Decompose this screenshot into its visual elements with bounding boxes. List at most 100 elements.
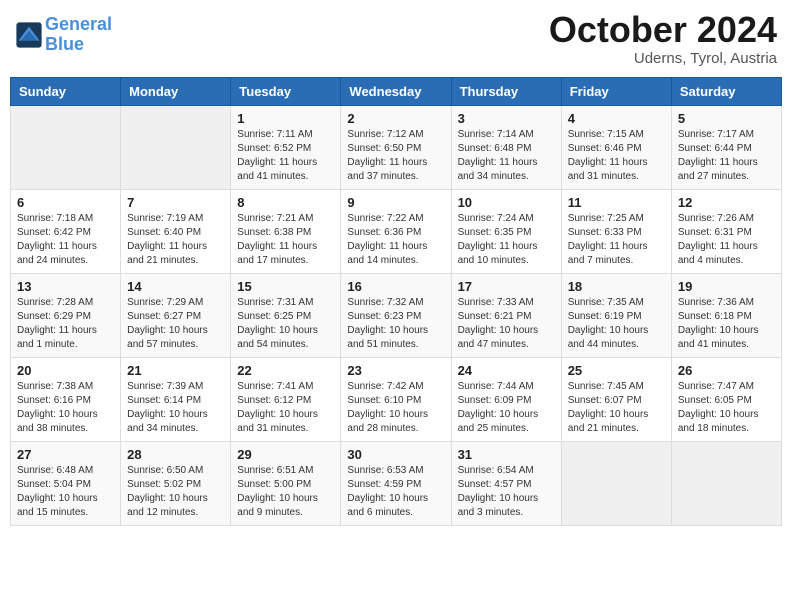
day-number: 23 <box>347 363 444 378</box>
calendar-cell: 12 Sunrise: 7:26 AM Sunset: 6:31 PM Dayli… <box>671 189 781 273</box>
page-header: General Blue October 2024 Uderns, Tyrol,… <box>10 10 782 67</box>
logo-text: General Blue <box>45 15 112 55</box>
day-info: Sunrise: 7:29 AM Sunset: 6:27 PM Dayligh… <box>127 296 224 352</box>
day-info: Sunrise: 7:32 AM Sunset: 6:23 PM Dayligh… <box>347 296 444 352</box>
day-number: 12 <box>678 195 775 210</box>
calendar-cell: 27Sunrise: 6:48 AM Sunset: 5:04 PM Dayli… <box>11 441 121 525</box>
day-number: 15 <box>237 279 334 294</box>
calendar-cell: 25 Sunrise: 7:45 AM Sunset: 6:07 PM Dayli… <box>561 357 671 441</box>
weekday-header: Monday <box>121 77 231 105</box>
day-number: 16 <box>347 279 444 294</box>
calendar-cell: 18 Sunrise: 7:35 AM Sunset: 6:19 PM Dayli… <box>561 273 671 357</box>
day-info: Sunrise: 7:26 AM Sunset: 6:31 PM Dayligh… <box>678 212 775 268</box>
calendar-cell: 19 Sunrise: 7:36 AM Sunset: 6:18 PM Dayli… <box>671 273 781 357</box>
day-info: Sunrise: 6:48 AM Sunset: 5:04 PM Dayligh… <box>17 464 114 520</box>
day-info: Sunrise: 7:19 AM Sunset: 6:40 PM Dayligh… <box>127 212 224 268</box>
logo-icon <box>15 21 43 49</box>
day-info: Sunrise: 7:15 AM Sunset: 6:46 PM Dayligh… <box>568 128 665 184</box>
calendar-cell <box>121 105 231 189</box>
calendar-cell: 26 Sunrise: 7:47 AM Sunset: 6:05 PM Dayli… <box>671 357 781 441</box>
day-info: Sunrise: 7:39 AM Sunset: 6:14 PM Dayligh… <box>127 380 224 436</box>
day-info: Sunrise: 6:50 AM Sunset: 5:02 PM Dayligh… <box>127 464 224 520</box>
calendar-week-row: 13Sunrise: 7:28 AM Sunset: 6:29 PM Dayli… <box>11 273 782 357</box>
day-info: Sunrise: 7:41 AM Sunset: 6:12 PM Dayligh… <box>237 380 334 436</box>
day-info: Sunrise: 6:51 AM Sunset: 5:00 PM Dayligh… <box>237 464 334 520</box>
calendar-cell: 8 Sunrise: 7:21 AM Sunset: 6:38 PM Daylig… <box>231 189 341 273</box>
calendar-cell: 2Sunrise: 7:12 AM Sunset: 6:50 PM Daylig… <box>341 105 451 189</box>
calendar-cell <box>561 441 671 525</box>
weekday-header: Tuesday <box>231 77 341 105</box>
day-number: 14 <box>127 279 224 294</box>
calendar-week-row: 6Sunrise: 7:18 AM Sunset: 6:42 PM Daylig… <box>11 189 782 273</box>
title-block: October 2024 Uderns, Tyrol, Austria <box>549 10 777 67</box>
day-info: Sunrise: 7:44 AM Sunset: 6:09 PM Dayligh… <box>458 380 555 436</box>
day-number: 4 <box>568 111 665 126</box>
day-number: 31 <box>458 447 555 462</box>
day-number: 17 <box>458 279 555 294</box>
calendar-cell: 6Sunrise: 7:18 AM Sunset: 6:42 PM Daylig… <box>11 189 121 273</box>
day-info: Sunrise: 7:28 AM Sunset: 6:29 PM Dayligh… <box>17 296 114 352</box>
calendar-cell: 23 Sunrise: 7:42 AM Sunset: 6:10 PM Dayli… <box>341 357 451 441</box>
day-info: Sunrise: 7:14 AM Sunset: 6:48 PM Dayligh… <box>458 128 555 184</box>
calendar-cell: 9Sunrise: 7:22 AM Sunset: 6:36 PM Daylig… <box>341 189 451 273</box>
calendar-week-row: 1Sunrise: 7:11 AM Sunset: 6:52 PM Daylig… <box>11 105 782 189</box>
day-number: 21 <box>127 363 224 378</box>
day-number: 6 <box>17 195 114 210</box>
calendar-cell: 13Sunrise: 7:28 AM Sunset: 6:29 PM Dayli… <box>11 273 121 357</box>
calendar-cell: 1Sunrise: 7:11 AM Sunset: 6:52 PM Daylig… <box>231 105 341 189</box>
day-number: 24 <box>458 363 555 378</box>
calendar-cell: 22 Sunrise: 7:41 AM Sunset: 6:12 PM Dayli… <box>231 357 341 441</box>
calendar-cell: 28 Sunrise: 6:50 AM Sunset: 5:02 PM Dayli… <box>121 441 231 525</box>
calendar-cell: 20 Sunrise: 7:38 AM Sunset: 6:16 PM Dayli… <box>11 357 121 441</box>
day-info: Sunrise: 7:25 AM Sunset: 6:33 PM Dayligh… <box>568 212 665 268</box>
day-number: 7 <box>127 195 224 210</box>
day-info: Sunrise: 7:45 AM Sunset: 6:07 PM Dayligh… <box>568 380 665 436</box>
day-info: Sunrise: 6:53 AM Sunset: 4:59 PM Dayligh… <box>347 464 444 520</box>
day-number: 11 <box>568 195 665 210</box>
day-number: 1 <box>237 111 334 126</box>
day-info: Sunrise: 7:35 AM Sunset: 6:19 PM Dayligh… <box>568 296 665 352</box>
day-info: Sunrise: 7:33 AM Sunset: 6:21 PM Dayligh… <box>458 296 555 352</box>
calendar-cell: 4 Sunrise: 7:15 AM Sunset: 6:46 PM Daylig… <box>561 105 671 189</box>
day-info: Sunrise: 7:47 AM Sunset: 6:05 PM Dayligh… <box>678 380 775 436</box>
calendar-cell: 31 Sunrise: 6:54 AM Sunset: 4:57 PM Dayli… <box>451 441 561 525</box>
calendar-cell: 15 Sunrise: 7:31 AM Sunset: 6:25 PM Dayli… <box>231 273 341 357</box>
day-number: 19 <box>678 279 775 294</box>
weekday-header: Saturday <box>671 77 781 105</box>
day-number: 8 <box>237 195 334 210</box>
day-info: Sunrise: 7:38 AM Sunset: 6:16 PM Dayligh… <box>17 380 114 436</box>
day-number: 20 <box>17 363 114 378</box>
calendar-cell: 14 Sunrise: 7:29 AM Sunset: 6:27 PM Dayli… <box>121 273 231 357</box>
logo: General Blue <box>15 15 112 55</box>
day-info: Sunrise: 7:36 AM Sunset: 6:18 PM Dayligh… <box>678 296 775 352</box>
month-title: October 2024 <box>549 10 777 50</box>
day-number: 22 <box>237 363 334 378</box>
day-info: Sunrise: 7:31 AM Sunset: 6:25 PM Dayligh… <box>237 296 334 352</box>
day-number: 18 <box>568 279 665 294</box>
day-info: Sunrise: 7:21 AM Sunset: 6:38 PM Dayligh… <box>237 212 334 268</box>
day-number: 9 <box>347 195 444 210</box>
calendar-cell: 11 Sunrise: 7:25 AM Sunset: 6:33 PM Dayli… <box>561 189 671 273</box>
day-info: Sunrise: 7:12 AM Sunset: 6:50 PM Dayligh… <box>347 128 444 184</box>
day-info: Sunrise: 6:54 AM Sunset: 4:57 PM Dayligh… <box>458 464 555 520</box>
calendar-cell: 24 Sunrise: 7:44 AM Sunset: 6:09 PM Dayli… <box>451 357 561 441</box>
day-number: 10 <box>458 195 555 210</box>
calendar-cell: 7 Sunrise: 7:19 AM Sunset: 6:40 PM Daylig… <box>121 189 231 273</box>
calendar-cell: 3 Sunrise: 7:14 AM Sunset: 6:48 PM Daylig… <box>451 105 561 189</box>
calendar-cell <box>11 105 121 189</box>
calendar-week-row: 20 Sunrise: 7:38 AM Sunset: 6:16 PM Dayli… <box>11 357 782 441</box>
day-info: Sunrise: 7:24 AM Sunset: 6:35 PM Dayligh… <box>458 212 555 268</box>
day-number: 26 <box>678 363 775 378</box>
weekday-header-row: SundayMondayTuesdayWednesdayThursdayFrid… <box>11 77 782 105</box>
weekday-header: Friday <box>561 77 671 105</box>
calendar-cell: 30 Sunrise: 6:53 AM Sunset: 4:59 PM Dayli… <box>341 441 451 525</box>
weekday-header: Thursday <box>451 77 561 105</box>
day-info: Sunrise: 7:17 AM Sunset: 6:44 PM Dayligh… <box>678 128 775 184</box>
day-number: 25 <box>568 363 665 378</box>
day-number: 3 <box>458 111 555 126</box>
calendar-cell: 29Sunrise: 6:51 AM Sunset: 5:00 PM Dayli… <box>231 441 341 525</box>
day-number: 28 <box>127 447 224 462</box>
day-number: 30 <box>347 447 444 462</box>
day-info: Sunrise: 7:42 AM Sunset: 6:10 PM Dayligh… <box>347 380 444 436</box>
calendar-cell: 5Sunrise: 7:17 AM Sunset: 6:44 PM Daylig… <box>671 105 781 189</box>
